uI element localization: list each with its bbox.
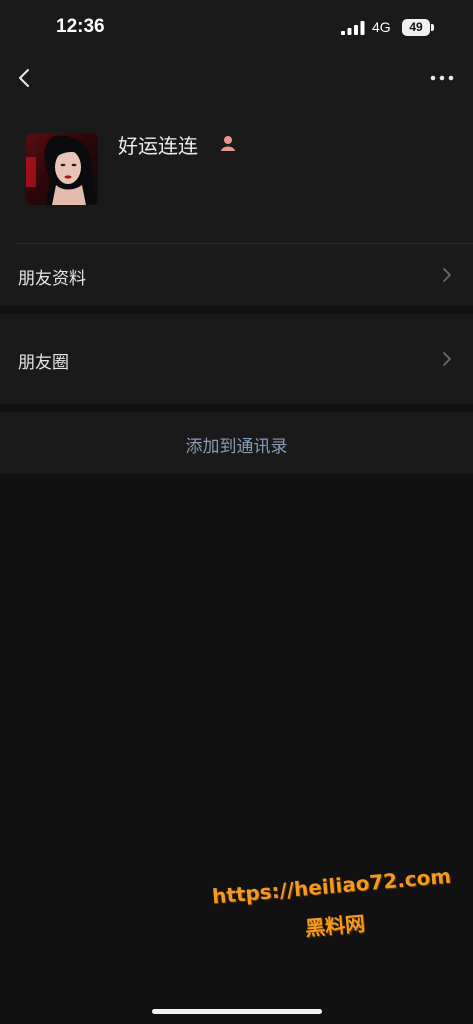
status-time: 12:36 (56, 16, 105, 37)
moments-row[interactable]: 朋友圈 (0, 314, 473, 404)
female-user-icon (221, 136, 235, 151)
add-to-contacts-label: 添加到通讯录 (185, 437, 288, 457)
profile-header: 好运连连 (0, 100, 473, 244)
status-bar: 12:36 4G 49 (0, 0, 473, 56)
avatar[interactable] (26, 133, 98, 205)
network-type: 4G (372, 19, 391, 35)
chevron-right-icon (443, 352, 451, 366)
signal-icon (341, 21, 365, 35)
add-to-contacts-button[interactable]: 添加到通讯录 (0, 412, 473, 474)
more-dots-icon[interactable] (426, 64, 458, 92)
friend-info-row[interactable]: 朋友资料 (0, 244, 473, 306)
friend-info-label: 朋友资料 (18, 269, 86, 289)
watermark: https://heiliao72.com 黑料网 (211, 864, 457, 965)
battery-level: 49 (409, 20, 423, 34)
chevron-right-icon (443, 268, 451, 282)
section-gap (0, 306, 473, 314)
battery-icon: 49 (402, 19, 435, 36)
watermark-name: 黑料网 (304, 911, 366, 941)
nav-bar (0, 56, 473, 100)
section-gap (0, 404, 473, 412)
chevron-left-icon[interactable] (12, 64, 40, 92)
moments-label: 朋友圈 (18, 353, 69, 373)
home-indicator[interactable] (152, 1009, 322, 1014)
profile-name: 好运连连 (118, 134, 198, 158)
